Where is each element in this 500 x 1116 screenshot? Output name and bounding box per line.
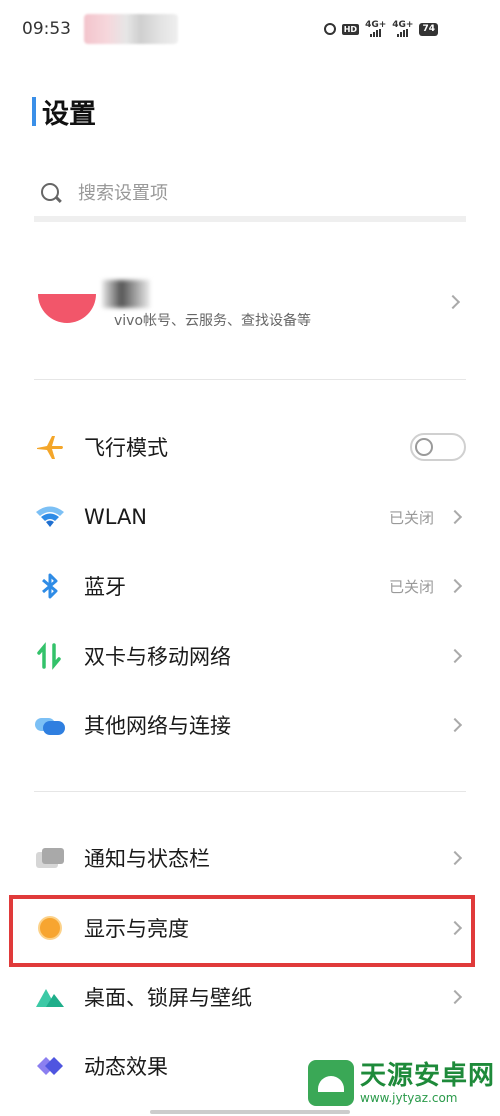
- search-bar[interactable]: [34, 176, 466, 222]
- search-icon: [40, 182, 64, 206]
- watermark-title: 天源安卓网: [360, 1061, 496, 1091]
- home-indicator[interactable]: [150, 1110, 350, 1114]
- setting-label: WLAN: [84, 505, 148, 529]
- divider: [34, 791, 466, 792]
- account-row[interactable]: vivo帐号、云服务、查找设备等: [34, 270, 466, 340]
- page-title: 设置: [32, 92, 96, 131]
- setting-notification[interactable]: 通知与状态栏: [34, 833, 466, 883]
- chevron-right-icon: [447, 717, 463, 733]
- search-input[interactable]: [78, 183, 438, 204]
- highlight-annotation-box: [9, 895, 475, 967]
- avatar: [38, 294, 96, 323]
- alarm-icon: [323, 23, 336, 35]
- effects-icon: [34, 1050, 66, 1082]
- chevron-right-icon: [447, 989, 463, 1005]
- setting-wallpaper[interactable]: 桌面、锁屏与壁纸: [34, 972, 466, 1022]
- wallpaper-icon: [34, 981, 66, 1013]
- battery-icon: 74: [419, 22, 438, 36]
- blurred-notification-icons: [84, 14, 178, 44]
- page-title-text: 设置: [42, 99, 96, 130]
- setting-label: 桌面、锁屏与壁纸: [84, 986, 252, 1010]
- chevron-right-icon: [447, 509, 463, 525]
- setting-label: 其他网络与连接: [84, 714, 231, 738]
- watermark-logo-icon: [308, 1060, 354, 1106]
- link-icon: [34, 709, 66, 741]
- title-accent-bar: [32, 97, 36, 126]
- site-watermark: 天源安卓网 www.jytyaz.com: [308, 1060, 495, 1106]
- setting-airplane-mode[interactable]: 飞行模式: [34, 422, 466, 472]
- setting-label: 通知与状态栏: [84, 847, 210, 871]
- setting-status: 已关闭: [388, 577, 434, 596]
- setting-label: 蓝牙: [84, 575, 126, 599]
- chevron-right-icon: [447, 578, 463, 594]
- wifi-icon: [34, 501, 66, 533]
- setting-status: 已关闭: [388, 508, 434, 527]
- signal-icon-2: 4G+: [392, 21, 413, 37]
- signal-icon-1: 4G+: [365, 21, 386, 37]
- bluetooth-icon: [34, 570, 66, 602]
- toggle-knob: [415, 438, 433, 456]
- setting-other-network[interactable]: 其他网络与连接: [34, 700, 466, 750]
- setting-label: 双卡与移动网络: [84, 645, 231, 669]
- setting-wlan[interactable]: WLAN 已关闭: [34, 492, 466, 542]
- account-subtitle: vivo帐号、云服务、查找设备等: [114, 313, 312, 329]
- airplane-mode-toggle[interactable]: [410, 433, 466, 461]
- status-time: 09:53: [22, 19, 71, 39]
- blurred-account-name: [102, 280, 150, 308]
- chevron-right-icon: [447, 648, 463, 664]
- notification-icon: [34, 842, 66, 874]
- hd-icon: HD: [341, 23, 360, 35]
- setting-sim-network[interactable]: 双卡与移动网络: [34, 631, 466, 681]
- chevron-right-icon: [447, 850, 463, 866]
- watermark-url: www.jytyaz.com: [360, 1091, 458, 1105]
- setting-label: 飞行模式: [84, 436, 168, 460]
- setting-bluetooth[interactable]: 蓝牙 已关闭: [34, 561, 466, 611]
- airplane-icon: [34, 431, 66, 463]
- divider: [34, 379, 466, 380]
- status-icons: HD 4G+ 4G+ 74: [323, 21, 438, 37]
- sim-network-icon: [34, 640, 66, 672]
- chevron-right-icon: [445, 294, 461, 310]
- status-bar: 09:53 HD 4G+ 4G+ 74: [0, 0, 500, 58]
